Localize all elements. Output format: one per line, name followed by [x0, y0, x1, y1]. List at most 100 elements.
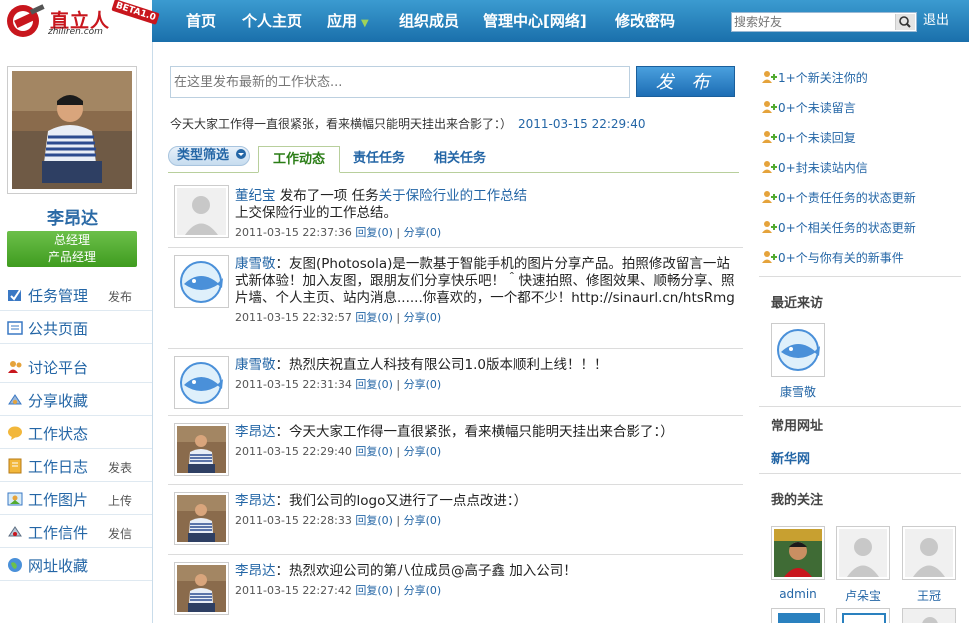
type-filter-dropdown[interactable]: 类型筛选 [168, 146, 250, 166]
following-name[interactable]: 卢朵宝 [833, 587, 893, 604]
profile-name[interactable]: 李昂达 [0, 204, 145, 229]
nav-password[interactable]: 修改密码 [615, 0, 675, 42]
latest-status: 今天大家工作得一直很紧张，看来横幅只能明天挂出来合影了：） 2011-03-15 … [170, 115, 645, 132]
feed-time: 2011-03-15 22:28:33 [235, 514, 352, 527]
notification-unread-mail[interactable]: 0+封未读站内信 [761, 159, 868, 177]
sidebar-item-url-favorites[interactable]: 网址收藏 [0, 548, 152, 581]
share-link[interactable]: 分享(0) [404, 445, 442, 458]
feed-meta: 2011-03-15 22:32:57 回复(0) | 分享(0) [235, 311, 442, 324]
sidebar-item-discussion[interactable]: 讨论平台 [0, 350, 152, 383]
feed-avatar[interactable] [174, 185, 229, 238]
tab-related-tasks[interactable]: 相关任务 [420, 146, 500, 173]
sidebar-item-label: 工作日志 [28, 458, 89, 476]
feed-author[interactable]: 李昂达 [235, 563, 276, 579]
logout-link[interactable]: 退出 [923, 0, 949, 42]
following-avatar[interactable] [771, 526, 825, 580]
feed-avatar[interactable] [174, 423, 229, 476]
nav-apps[interactable]: 应用 ▼ [327, 0, 369, 42]
reply-link[interactable]: 回复(0) [355, 445, 393, 458]
share-link[interactable]: 分享(0) [404, 378, 442, 391]
default-avatar-icon [905, 529, 953, 577]
notification-icon [762, 251, 777, 263]
profile-avatar[interactable] [7, 66, 137, 194]
notification-icon [762, 71, 777, 83]
notification-icon [762, 131, 777, 143]
share-link[interactable]: 分享(0) [404, 311, 442, 324]
user-photo-icon [177, 426, 226, 473]
logo[interactable]: 直立人 zhiliren.com BETA1.0 [0, 0, 161, 42]
feed-author[interactable]: 李昂达 [235, 493, 276, 509]
share-link[interactable]: 分享(0) [404, 584, 442, 597]
nav-members[interactable]: 组织成员 [399, 0, 459, 42]
feed-author[interactable]: 康雪敬 [235, 256, 276, 272]
feed-avatar[interactable] [174, 562, 229, 615]
status-input[interactable] [170, 66, 630, 98]
feed-meta: 2011-03-15 22:37:36 回复(0) | 分享(0) [235, 226, 442, 239]
link-xinhua[interactable]: 新华网 [771, 448, 810, 467]
mail-send-link[interactable]: 发信 [108, 525, 132, 542]
sidebar-item-work-status[interactable]: 工作状态 [0, 416, 152, 449]
following-avatar[interactable] [771, 608, 825, 623]
following-name[interactable]: 王冠 [899, 587, 959, 604]
publish-button[interactable]: 发 布 [636, 66, 735, 97]
tab-work-updates[interactable]: 工作动态 [258, 146, 340, 173]
tab-responsible-tasks[interactable]: 责任任务 [342, 146, 416, 173]
nav-home[interactable]: 首页 [186, 0, 216, 42]
feed-text: ：友图(Photosola)是一款基于智能手机的图片分享产品。拍照修改留言一站式… [235, 256, 735, 306]
notification-text: 0+个相关任务的状态更新 [778, 221, 916, 235]
feed-text: ：热烈庆祝直立人科技有限公司1.0版本顺利上线！！！ [275, 357, 608, 373]
visitor-name[interactable]: 康雪敬 [768, 383, 828, 400]
visitor-avatar[interactable] [771, 323, 825, 377]
reply-link[interactable]: 回复(0) [355, 584, 393, 597]
sidebar-item-task-management[interactable]: 任务管理 发布 [0, 278, 152, 311]
notification-new-followers[interactable]: 1+个新关注你的 [761, 69, 868, 87]
following-avatar[interactable] [902, 526, 956, 580]
search-icon [899, 16, 911, 28]
sidebar-item-label: 公共页面 [28, 320, 89, 338]
feed-avatar[interactable] [174, 356, 229, 409]
notification-new-events[interactable]: 0+个与你有关的新事件 [761, 249, 904, 267]
feed-item: 李昂达：热烈欢迎公司的第八位成员@高子鑫 加入公司！ 2011-03-15 22… [168, 555, 743, 623]
reply-link[interactable]: 回复(0) [355, 311, 393, 324]
search-button[interactable] [895, 14, 915, 30]
feed-author[interactable]: 康雪敬 [235, 357, 276, 373]
user-photo [12, 71, 132, 189]
sidebar-item-share-favorites[interactable]: 分享收藏 [0, 383, 152, 416]
feed-avatar[interactable] [174, 255, 229, 308]
nav-profile[interactable]: 个人主页 [242, 0, 302, 42]
notification-unread-replies[interactable]: 0+个未读回复 [761, 129, 856, 147]
feed-avatar[interactable] [174, 492, 229, 545]
following-name[interactable]: admin [768, 587, 828, 601]
feed-author[interactable]: 董纪宝 [235, 188, 276, 204]
task-publish-link[interactable]: 发布 [108, 288, 132, 305]
notification-related-task-updates[interactable]: 0+个相关任务的状态更新 [761, 219, 916, 237]
divider [759, 406, 961, 407]
reply-link[interactable]: 回复(0) [355, 514, 393, 527]
task-link[interactable]: 关于保险行业的工作总结 [379, 188, 528, 204]
following-avatar[interactable] [902, 608, 956, 623]
log-post-link[interactable]: 发表 [108, 459, 132, 476]
share-link[interactable]: 分享(0) [404, 514, 442, 527]
sidebar-item-work-log[interactable]: 工作日志 发表 [0, 449, 152, 482]
reply-link[interactable]: 回复(0) [355, 226, 393, 239]
feed-body: 董纪宝 发布了一项 任务关于保险行业的工作总结 上交保险行业的工作总结。 201… [235, 188, 737, 241]
type-filter-label: 类型筛选 [177, 148, 230, 163]
notification-unread-messages[interactable]: 0+个未读留言 [761, 99, 856, 117]
notification-icon [762, 221, 777, 233]
search-box [731, 12, 917, 32]
share-link[interactable]: 分享(0) [404, 226, 442, 239]
following-avatar[interactable] [836, 608, 890, 623]
following-avatar[interactable] [836, 526, 890, 580]
sidebar-item-work-mail[interactable]: 工作信件 发信 [0, 515, 152, 548]
notification-responsible-task-updates[interactable]: 0+个责任任务的状态更新 [761, 189, 916, 207]
sidebar-item-work-pictures[interactable]: 工作图片 上传 [0, 482, 152, 515]
recent-visitors-title: 最近来访 [771, 296, 824, 311]
feed-author[interactable]: 李昂达 [235, 424, 276, 440]
reply-link[interactable]: 回复(0) [355, 378, 393, 391]
picture-upload-link[interactable]: 上传 [108, 492, 132, 509]
user-photo-icon [177, 565, 226, 612]
nav-admin[interactable]: 管理中心[网络] [483, 0, 587, 42]
sidebar-item-public-pages[interactable]: 公共页面 [0, 311, 152, 344]
search-input[interactable] [734, 14, 892, 30]
role-title: 总经理 [53, 233, 90, 247]
